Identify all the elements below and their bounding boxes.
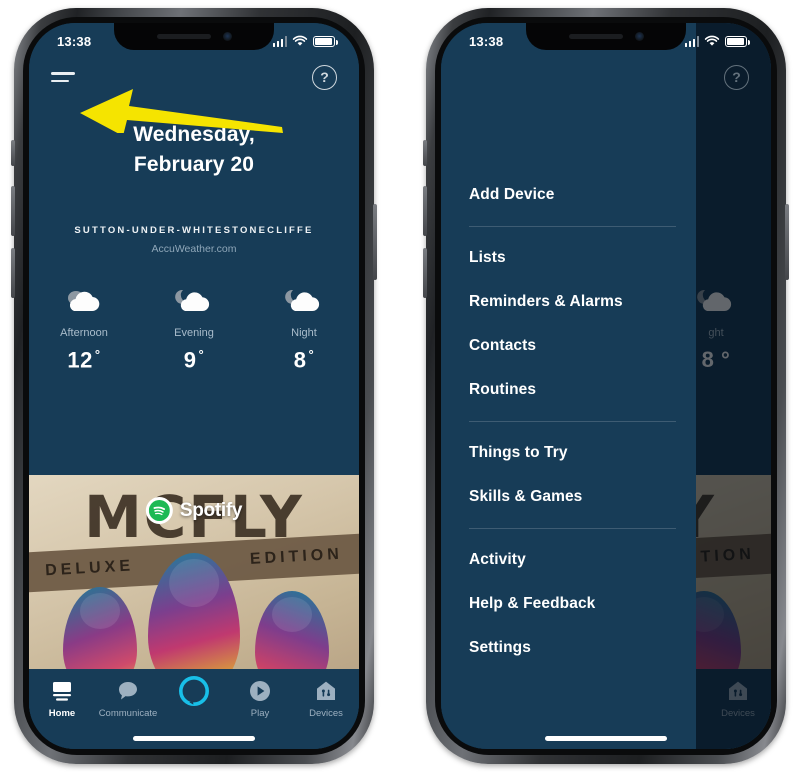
volume-up-button[interactable] — [423, 186, 427, 236]
volume-down-button[interactable] — [423, 248, 427, 298]
help-question-icon[interactable]: ? — [312, 64, 337, 90]
forecast-label: Evening — [174, 327, 214, 339]
cellular-signal-icon — [272, 36, 287, 47]
spotify-badge: Spotify — [145, 497, 243, 524]
alexa-ring-icon — [161, 675, 227, 706]
weather-location-block: SUTTON-UNDER-WHITESTONECLIFFE AccuWeathe… — [29, 225, 359, 255]
tab-devices[interactable]: Devices — [293, 677, 359, 719]
date-line-2: February 20 — [133, 152, 255, 176]
cellular-signal-icon — [684, 36, 699, 47]
alexa-app-home: 13:38 ? Wednesday, February 20 SUTTON-UN… — [29, 23, 359, 749]
weather-location: SUTTON-UNDER-WHITESTONECLIFFE — [74, 225, 314, 236]
forecast-temp: 12 ° — [67, 347, 101, 373]
home-indicator[interactable] — [133, 736, 255, 741]
battery-icon — [313, 36, 338, 47]
chat-bubble-icon — [95, 677, 161, 704]
menu-item-skills-games[interactable]: Skills & Games — [441, 475, 696, 519]
phone-notch — [114, 23, 274, 50]
partly-cloudy-night-icon — [139, 281, 249, 321]
forecast-column: Afternoon 12 ° — [29, 281, 139, 373]
phone-left: 13:38 ? Wednesday, February 20 SUTTON-UN… — [11, 8, 377, 764]
app-top-bar: ? — [441, 57, 771, 97]
menu-item-things-to-try[interactable]: Things to Try — [441, 431, 696, 475]
front-camera — [222, 32, 232, 41]
annotation-arrow — [80, 89, 283, 133]
tab-alexa[interactable] — [161, 675, 227, 708]
wifi-icon — [704, 35, 720, 46]
tab-label: Devices — [309, 708, 343, 719]
earpiece-speaker — [568, 34, 623, 39]
status-time: 13:38 — [469, 33, 504, 49]
status-icons — [684, 35, 750, 47]
devices-home-icon — [293, 677, 359, 704]
menu-item-reminders-alarms[interactable]: Reminders & Alarms — [441, 280, 696, 324]
screenshot-canvas: 13:38 ? Wednesday, February 20 SUTTON-UN… — [0, 0, 800, 772]
phone-right: ght 8 ° MCFLY DELUXE EDITION — [423, 8, 789, 764]
menu-item-lists[interactable]: Lists — [441, 236, 696, 280]
play-circle-icon — [227, 677, 293, 704]
menu-item-help-feedback[interactable]: Help & Feedback — [441, 582, 696, 626]
tab-label: Home — [48, 708, 76, 719]
cloudy-icon — [29, 281, 139, 321]
status-icons — [272, 35, 338, 47]
forecast-label: Afternoon — [60, 327, 108, 339]
volume-down-button[interactable] — [11, 248, 15, 298]
now-playing-card[interactable]: MCFLY DELUXE EDITION Spotify — [29, 475, 359, 693]
menu-item-routines[interactable]: Routines — [441, 368, 696, 412]
phone-screen-left: 13:38 ? Wednesday, February 20 SUTTON-UN… — [29, 23, 359, 749]
status-time: 13:38 — [57, 33, 92, 49]
menu-item-activity[interactable]: Activity — [441, 538, 696, 582]
volume-up-button[interactable] — [11, 186, 15, 236]
home-echo-icon — [29, 677, 95, 704]
menu-item-settings[interactable]: Settings — [441, 626, 696, 670]
power-button[interactable] — [373, 204, 377, 280]
alexa-app-menu: ght 8 ° MCFLY DELUXE EDITION — [441, 23, 771, 749]
home-indicator[interactable] — [545, 736, 667, 741]
earpiece-speaker — [156, 34, 211, 39]
silent-switch[interactable] — [423, 140, 427, 166]
menu-divider — [469, 226, 676, 227]
front-camera — [634, 32, 644, 41]
menu-item-contacts[interactable]: Contacts — [441, 324, 696, 368]
phone-notch — [526, 23, 686, 50]
tab-play[interactable]: Play — [227, 677, 293, 719]
menu-divider — [469, 421, 676, 422]
forecast-column: Night 8 ° — [249, 281, 359, 373]
phone-screen-right: ght 8 ° MCFLY DELUXE EDITION — [441, 23, 771, 749]
forecast-temp: 8 ° — [293, 347, 315, 373]
weather-forecast-row: Afternoon 12 ° Evening 9 ° Night 8 ° — [29, 281, 359, 373]
menu-item-add-device[interactable]: Add Device — [441, 173, 696, 217]
tab-label: Communicate — [98, 708, 158, 719]
tab-label: Play — [250, 708, 270, 719]
spotify-label: Spotify — [179, 499, 243, 521]
tab-communicate[interactable]: Communicate — [95, 677, 161, 719]
battery-icon — [725, 36, 750, 47]
tab-home[interactable]: Home — [29, 677, 95, 719]
help-question-icon[interactable]: ? — [724, 64, 749, 90]
weather-source: AccuWeather.com — [151, 243, 237, 255]
hamburger-menu-icon[interactable] — [51, 72, 75, 82]
forecast-column: Evening 9 ° — [139, 281, 249, 373]
menu-divider — [469, 528, 676, 529]
forecast-label: Night — [291, 327, 317, 339]
navigation-drawer: Add Device Lists Reminders & Alarms Cont… — [441, 23, 696, 749]
wifi-icon — [292, 35, 308, 46]
silent-switch[interactable] — [11, 140, 15, 166]
partly-cloudy-night-icon — [249, 281, 359, 321]
spotify-icon — [145, 497, 173, 524]
power-button[interactable] — [785, 204, 789, 280]
forecast-temp: 9 ° — [183, 347, 205, 373]
